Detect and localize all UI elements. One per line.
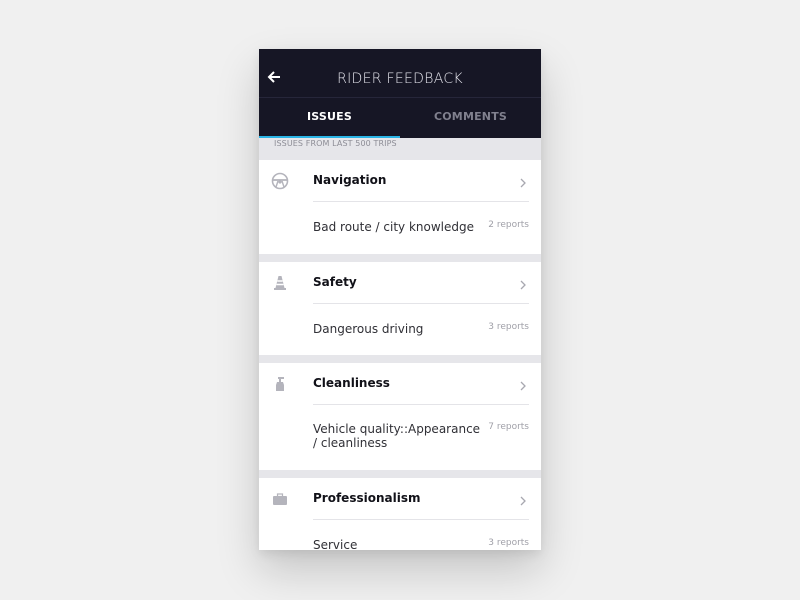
active-tab-indicator <box>259 136 400 138</box>
chevron-right-icon[interactable] <box>519 377 527 391</box>
phone-screen: RIDER FEEDBACK ISSUES COMMENTS ISSUES FR… <box>259 49 541 550</box>
issue-row: Dangerous driving 3 reports <box>259 304 541 355</box>
report-count: 3 reports <box>488 538 529 548</box>
category-title: Navigation <box>313 173 387 187</box>
issue-label: Vehicle quality::Appearance / cleanlines… <box>313 422 481 450</box>
issue-row: Service 3 reports <box>259 520 541 550</box>
issue-label: Bad route / city knowledge <box>313 220 474 234</box>
briefcase-icon <box>271 490 289 508</box>
issue-label: Dangerous driving <box>313 322 424 336</box>
report-count: 7 reports <box>488 422 529 432</box>
app-header: RIDER FEEDBACK ISSUES COMMENTS <box>259 49 541 138</box>
report-count: 3 reports <box>488 322 529 332</box>
chevron-right-icon[interactable] <box>519 276 527 290</box>
card-header[interactable]: Navigation <box>259 160 541 202</box>
card-header[interactable]: Safety <box>259 262 541 304</box>
tab-bar: ISSUES COMMENTS <box>259 98 541 138</box>
report-count: 2 reports <box>488 220 529 230</box>
category-title: Cleanliness <box>313 376 390 390</box>
category-title: Professionalism <box>313 491 421 505</box>
chevron-right-icon[interactable] <box>519 492 527 506</box>
chevron-right-icon[interactable] <box>519 174 527 188</box>
issue-row: Bad route / city knowledge 2 reports <box>259 202 541 254</box>
category-card-safety[interactable]: Safety Dangerous driving 3 reports <box>259 262 541 355</box>
category-card-professionalism[interactable]: Professionalism Service 3 reports <box>259 478 541 550</box>
section-subheader: ISSUES FROM LAST 500 TRIPS <box>274 139 397 148</box>
top-bar: RIDER FEEDBACK <box>259 49 541 98</box>
card-header[interactable]: Professionalism <box>259 478 541 520</box>
tab-issues[interactable]: ISSUES <box>259 98 400 138</box>
category-card-navigation[interactable]: Navigation Bad route / city knowledge 2 … <box>259 160 541 254</box>
issue-label: Service <box>313 538 358 550</box>
spray-bottle-icon <box>271 375 289 393</box>
traffic-cone-icon <box>271 274 289 292</box>
category-card-cleanliness[interactable]: Cleanliness Vehicle quality::Appearance … <box>259 363 541 470</box>
page-title: RIDER FEEDBACK <box>337 71 463 87</box>
steering-wheel-icon <box>271 172 289 190</box>
card-header[interactable]: Cleanliness <box>259 363 541 405</box>
category-title: Safety <box>313 275 357 289</box>
issue-row: Vehicle quality::Appearance / cleanlines… <box>259 405 541 470</box>
tab-comments[interactable]: COMMENTS <box>400 98 541 138</box>
